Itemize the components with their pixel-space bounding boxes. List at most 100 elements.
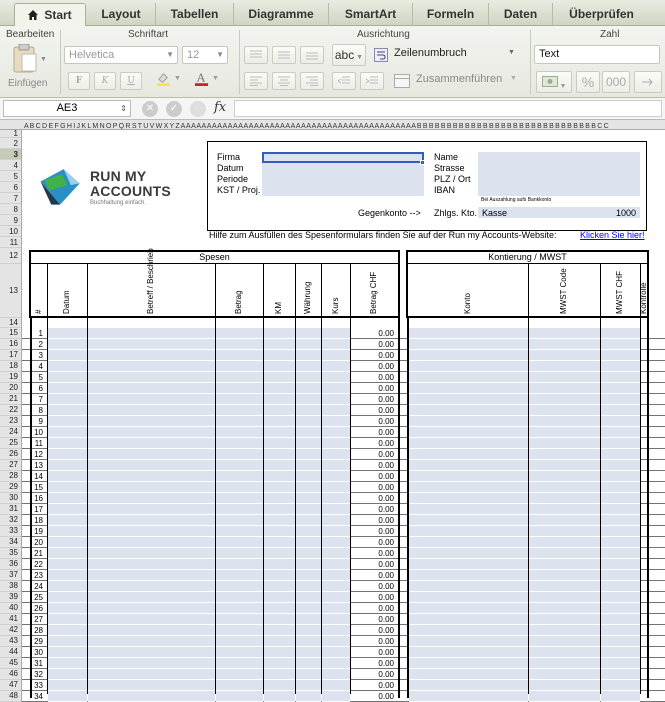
expense-cell[interactable] [296, 504, 321, 515]
expense-cell[interactable] [296, 548, 321, 559]
expense-cell[interactable] [88, 339, 215, 350]
row-number[interactable]: 6 [0, 182, 21, 193]
expense-cell[interactable] [322, 372, 350, 383]
row-number[interactable]: 40 [0, 603, 21, 614]
row-number[interactable]: 3 [0, 149, 21, 160]
expense-cell[interactable] [48, 647, 87, 658]
expense-cell[interactable] [264, 350, 295, 361]
align-right-button[interactable] [300, 72, 324, 90]
expense-cell[interactable] [48, 636, 87, 647]
expense-cell[interactable] [216, 680, 263, 691]
expense-cell[interactable] [216, 438, 263, 449]
expense-cell[interactable] [296, 559, 321, 570]
row-number[interactable]: 22 [0, 405, 21, 416]
expense-cell[interactable] [216, 504, 263, 515]
expense-cell[interactable] [296, 691, 321, 702]
font-size-select[interactable]: 12 ▼ [182, 46, 228, 64]
row-number[interactable]: 8 [0, 204, 21, 215]
expense-cell[interactable] [322, 570, 350, 581]
row-number[interactable]: 15 [0, 328, 21, 339]
expense-cell[interactable] [264, 559, 295, 570]
expense-cell[interactable] [296, 394, 321, 405]
expense-cell[interactable] [48, 669, 87, 680]
expense-cell[interactable] [322, 416, 350, 427]
row-number[interactable]: 34 [0, 537, 21, 548]
row-header[interactable]: 1 2 3 4 5 6 7 8 9 10 11 12 13 14 15 16 17 18 19 20 21 22 23 24 2… [0, 130, 22, 702]
expense-cell[interactable] [216, 515, 263, 526]
expense-cell[interactable] [48, 614, 87, 625]
kontierung-cell[interactable] [409, 658, 528, 669]
expense-cell[interactable] [216, 339, 263, 350]
kontierung-cell[interactable] [409, 504, 528, 515]
row-number[interactable]: 35 [0, 548, 21, 559]
expense-cell[interactable] [322, 625, 350, 636]
kontierung-cell[interactable] [601, 405, 640, 416]
expense-cell[interactable] [48, 504, 87, 515]
kontierung-cell[interactable] [529, 548, 600, 559]
expense-cell[interactable] [264, 548, 295, 559]
kontierung-cell[interactable] [601, 482, 640, 493]
kontierung-cell[interactable] [601, 438, 640, 449]
expense-cell[interactable] [88, 658, 215, 669]
expense-cell[interactable] [322, 361, 350, 372]
expense-cell[interactable] [296, 625, 321, 636]
kontierung-cell[interactable] [601, 449, 640, 460]
kontierung-cell[interactable] [409, 482, 528, 493]
kontierung-cell[interactable] [529, 526, 600, 537]
kontierung-cell[interactable] [601, 372, 640, 383]
kontierung-cell[interactable] [529, 669, 600, 680]
kontierung-cell[interactable] [409, 449, 528, 460]
kontierung-cell[interactable] [409, 438, 528, 449]
kontierung-cell[interactable] [601, 416, 640, 427]
expense-cell[interactable] [88, 592, 215, 603]
expense-cell[interactable] [216, 405, 263, 416]
expense-cell[interactable] [264, 625, 295, 636]
expense-cell[interactable] [264, 427, 295, 438]
row-number[interactable]: 46 [0, 669, 21, 680]
expense-cell[interactable] [88, 537, 215, 548]
expense-cell[interactable] [296, 471, 321, 482]
expense-cell[interactable] [88, 394, 215, 405]
expense-cell[interactable] [322, 581, 350, 592]
expense-cell[interactable] [264, 581, 295, 592]
expense-cell[interactable] [88, 526, 215, 537]
expense-cell[interactable] [216, 548, 263, 559]
fill-handle[interactable] [420, 160, 425, 165]
row-number[interactable]: 13 [0, 264, 21, 318]
kontierung-cell[interactable] [601, 471, 640, 482]
tab-layout[interactable]: Layout [87, 3, 155, 26]
expense-cell[interactable] [264, 537, 295, 548]
expense-cell[interactable] [296, 680, 321, 691]
expense-cell[interactable] [296, 482, 321, 493]
expense-cell[interactable] [264, 460, 295, 471]
expense-cell[interactable] [48, 460, 87, 471]
row-number[interactable]: 24 [0, 427, 21, 438]
expense-cell[interactable] [48, 482, 87, 493]
expense-cell[interactable] [322, 526, 350, 537]
expense-cell[interactable] [322, 394, 350, 405]
expense-cell[interactable] [216, 658, 263, 669]
expense-cell[interactable] [322, 427, 350, 438]
expense-cell[interactable] [88, 416, 215, 427]
expense-cell[interactable] [264, 416, 295, 427]
row-number[interactable]: 21 [0, 394, 21, 405]
merge-button[interactable]: Zusammenführen ▼ [394, 72, 524, 90]
wrap-text-button[interactable]: Zeilenumbruch ▼ [374, 46, 524, 64]
row-number[interactable]: 20 [0, 383, 21, 394]
row-number[interactable]: 12 [0, 248, 21, 264]
kontierung-cell[interactable] [529, 515, 600, 526]
expense-cell[interactable] [296, 658, 321, 669]
kontierung-cell[interactable] [409, 471, 528, 482]
row-number[interactable]: 23 [0, 416, 21, 427]
expense-cell[interactable] [322, 559, 350, 570]
kontierung-cell[interactable] [529, 350, 600, 361]
expense-cell[interactable] [48, 691, 87, 702]
expense-cell[interactable] [216, 647, 263, 658]
expense-cell[interactable] [216, 471, 263, 482]
expense-cell[interactable] [322, 592, 350, 603]
tab-ueberpruefen[interactable]: Überprüfen [552, 3, 650, 26]
kontierung-cell[interactable] [529, 394, 600, 405]
expense-cell[interactable] [296, 438, 321, 449]
expense-cell[interactable] [322, 614, 350, 625]
expense-cell[interactable] [216, 559, 263, 570]
